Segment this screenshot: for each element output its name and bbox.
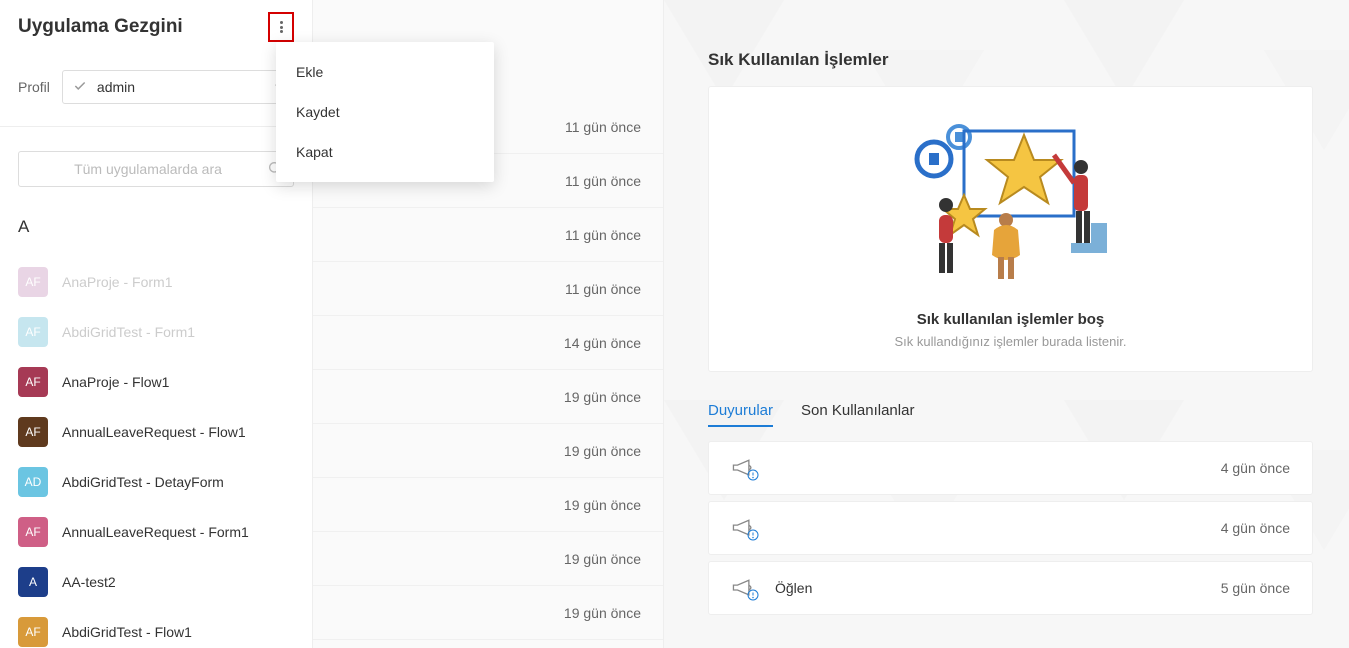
activity-time: 11 gün önce [565,119,641,135]
activity-time: 11 gün önce [565,173,641,189]
announcement-time: 4 gün önce [1221,460,1290,476]
app-badge-icon: A [18,567,48,597]
activity-item[interactable]: 19 gün önce [313,478,663,532]
activity-time: 19 gün önce [564,389,641,405]
empty-state-illustration [906,115,1116,295]
megaphone-icon [731,457,757,479]
announcement-title: Öğlen [775,580,1203,596]
app-label: AnnualLeaveRequest - Flow1 [62,424,246,440]
app-label: AA-test2 [62,574,116,590]
app-badge-icon: AF [18,617,48,647]
profile-label: Profil [18,79,50,95]
activity-time: 14 gün önce [564,335,641,351]
empty-state-subtext: Sık kullandığınız işlemler burada listen… [739,334,1282,349]
app-label: AbdiGridTest - Flow1 [62,624,192,640]
menu-item[interactable]: Ekle [276,52,494,92]
app-item[interactable]: AF AbdiGridTest - Flow1 [18,607,294,648]
frequently-used-title: Sık Kullanılan İşlemler [708,50,1313,70]
app-item[interactable]: AF AnnualLeaveRequest - Form1 [18,507,294,557]
app-item[interactable]: AF AnnualLeaveRequest - Flow1 [18,407,294,457]
menu-item[interactable]: Kaydet [276,92,494,132]
menu-item[interactable]: Kapat [276,132,494,172]
activity-time: 19 gün önce [564,443,641,459]
activity-item[interactable]: 11 gün önce [313,208,663,262]
more-vertical-icon [274,18,288,36]
search-input[interactable] [29,161,267,177]
app-label: AnnualLeaveRequest - Form1 [62,524,249,540]
tab-recent[interactable]: Son Kullanılanlar [801,402,914,427]
activity-item[interactable]: 19 gün önce [313,424,663,478]
activity-time: 11 gün önce [565,227,641,243]
app-item[interactable]: AF AnaProje - Form1 [18,257,294,307]
activity-time: 19 gün önce [564,605,641,621]
megaphone-icon [731,517,757,539]
app-badge-icon: AF [18,267,48,297]
activity-time: 19 gün önce [564,551,641,567]
app-label: AnaProje - Flow1 [62,374,169,390]
app-label: AnaProje - Form1 [62,274,172,290]
check-icon [73,79,87,96]
profile-value: admin [97,79,263,95]
activity-time: 19 gün önce [564,497,641,513]
announcement-item[interactable]: Öğlen 5 gün önce [708,561,1313,615]
sidebar-title: Uygulama Gezgini [18,16,183,38]
profile-select[interactable]: admin [62,70,294,104]
search-input-wrapper[interactable] [18,151,294,187]
megaphone-icon [731,577,757,599]
more-button[interactable] [268,12,294,42]
app-badge-icon: AF [18,417,48,447]
app-badge-icon: AF [18,317,48,347]
empty-state-heading: Sık kullanılan işlemler boş [739,311,1282,328]
announcement-time: 5 gün önce [1221,580,1290,596]
announcement-item[interactable]: 4 gün önce [708,501,1313,555]
frequently-used-card: Sık kullanılan işlemler boş Sık kullandı… [708,86,1313,372]
app-label: AbdiGridTest - Form1 [62,324,195,340]
app-item[interactable]: AD AbdiGridTest - DetayForm [18,457,294,507]
activity-time: 11 gün önce [565,281,641,297]
app-item[interactable]: AF AnaProje - Flow1 [18,357,294,407]
app-badge-icon: AD [18,467,48,497]
app-badge-icon: AF [18,517,48,547]
app-item[interactable]: A AA-test2 [18,557,294,607]
announcement-item[interactable]: 4 gün önce [708,441,1313,495]
activity-item[interactable]: 19 gün önce [313,532,663,586]
more-menu-popup: EkleKaydetKapat [276,42,494,182]
app-label: AbdiGridTest - DetayForm [62,474,224,490]
activity-item[interactable]: 14 gün önce [313,316,663,370]
activity-item[interactable]: 11 gün önce [313,262,663,316]
tab-announcements[interactable]: Duyurular [708,402,773,427]
activity-item[interactable]: 19 gün önce [313,586,663,640]
app-item[interactable]: AF AbdiGridTest - Form1 [18,307,294,357]
activity-item[interactable]: 19 gün önce [313,370,663,424]
app-badge-icon: AF [18,367,48,397]
announcement-time: 4 gün önce [1221,520,1290,536]
section-letter: A [18,217,294,237]
